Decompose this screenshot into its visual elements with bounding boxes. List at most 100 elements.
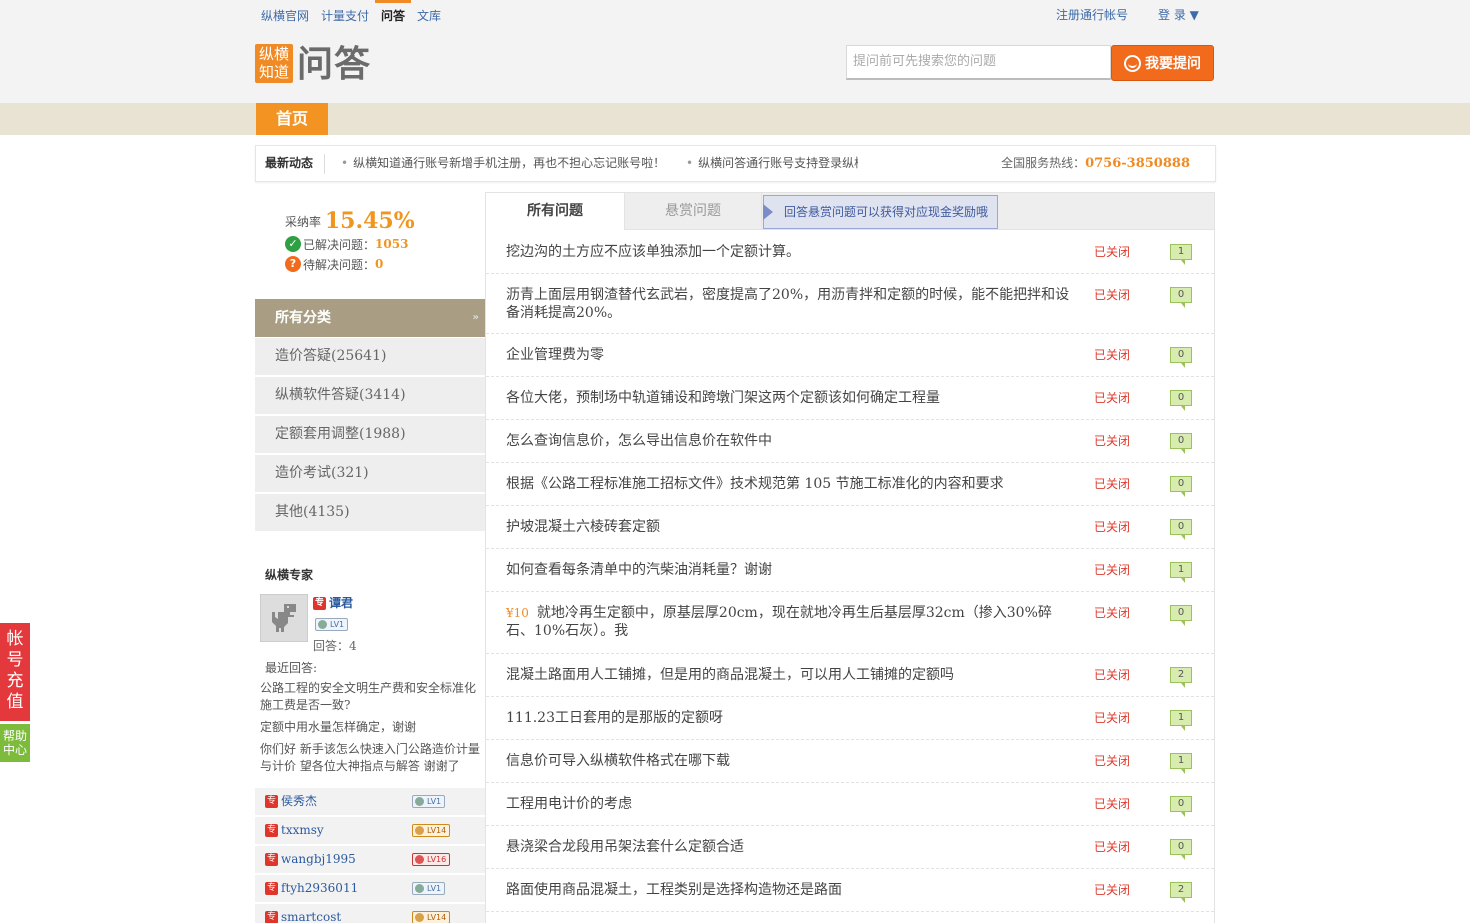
category-item[interactable]: 造价考试(321) xyxy=(255,455,485,492)
question-title-text: 信息价可导入纵横软件格式在哪下载 xyxy=(506,753,730,769)
question-title[interactable]: ¥10 就地冷再生定额中，原基层厚20cm，现在就地冷再生后基层厚32cm（掺入3… xyxy=(506,604,1076,640)
status-badge: 已关闭 xyxy=(1094,245,1131,259)
question-title-text: 根据《公路工程标准施工招标文件》技术规范第 105 节施工标准化的内容和要求 xyxy=(506,476,1004,492)
adoption-rate: 采纳率 15.45% xyxy=(285,208,485,234)
question-title[interactable]: 企业管理费为零 xyxy=(506,346,1076,364)
check-icon: ✓ xyxy=(285,236,301,252)
nav-payment[interactable]: 计量支付 xyxy=(315,0,375,32)
expert-name[interactable]: smartcost xyxy=(281,904,341,923)
status-badge: 已关闭 xyxy=(1094,563,1131,577)
recharge-button[interactable]: 帐号充值 xyxy=(0,623,30,721)
answer-count-bubble-icon: 2 xyxy=(1170,882,1192,903)
answer-count-bubble-icon: 1 xyxy=(1170,753,1192,774)
tab-reward-questions[interactable]: 悬赏问题 xyxy=(624,193,762,230)
question-title[interactable]: 信息价可导入纵横软件格式在哪下载 xyxy=(506,752,1076,770)
question-title[interactable]: 混凝土路面用人工铺摊，但是用的商品混凝土，可以用人工铺摊的定额吗 xyxy=(506,666,1076,684)
question-title-text: 工程用电计价的考虑 xyxy=(506,796,632,812)
question-row[interactable]: 怎么查询信息价，怎么导出信息价在软件中 已关闭 0 xyxy=(486,420,1214,463)
tab-all-questions[interactable]: 所有问题 xyxy=(486,193,624,231)
logo[interactable]: 纵横 知道 xyxy=(255,44,293,83)
question-row[interactable]: 信息价可导入纵横软件格式在哪下载 已关闭 1 xyxy=(486,740,1214,783)
level-badge: LV14 xyxy=(412,904,451,923)
status-badge: 已关闭 xyxy=(1094,711,1131,725)
expert-row[interactable]: 专 ftyh2936011 LV1 xyxy=(255,875,485,902)
help-center-button[interactable]: 帮助 中心 xyxy=(0,724,30,762)
nav-official-site[interactable]: 纵横官网 xyxy=(255,0,315,32)
category-item[interactable]: 其他(4135) xyxy=(255,494,485,531)
expert-badge-icon: 专 xyxy=(313,597,326,610)
question-row[interactable]: 工程用电计价的考虑 已关闭 0 xyxy=(486,783,1214,826)
question-row[interactable]: 各位大佬，预制场中轨道铺设和跨墩门架这两个定额该如何确定工程量 已关闭 0 xyxy=(486,377,1214,420)
expert-list: 专 侯秀杰 LV1 专 txxmsy LV14 专 wangbj1995 LV1… xyxy=(255,788,485,923)
service-hotline: 全国服务热线：0756-3850888 xyxy=(1001,146,1190,181)
expert-row[interactable]: 专 wangbj1995 LV16 xyxy=(255,846,485,873)
question-title[interactable]: 护坡混凝土六棱砖套定额 xyxy=(506,518,1076,536)
question-title[interactable]: 挖边沟的土方应不应该单独添加一个定额计算。 xyxy=(506,243,1076,261)
question-title[interactable]: 工程用电计价的考虑 xyxy=(506,795,1076,813)
ask-question-button[interactable]: 我要提问 xyxy=(1111,45,1214,81)
ask-button-label: 我要提问 xyxy=(1145,56,1201,72)
question-row[interactable]: 沥青上面层用钢渣替代玄武岩，密度提高了20%，用沥青拌和定额的时候，能不能把拌和… xyxy=(486,274,1214,334)
header xyxy=(0,0,1470,103)
tab-home[interactable]: 首页 xyxy=(256,103,328,135)
question-title[interactable]: 怎么查询信息价，怎么导出信息价在软件中 xyxy=(506,432,1076,450)
question-row[interactable]: 111.23工日套用的是那版的定额呀 已关闭 1 xyxy=(486,697,1214,740)
question-title[interactable]: 各位大佬，预制场中轨道铺设和跨墩门架这两个定额该如何确定工程量 xyxy=(506,389,1076,407)
solved-stat: ✓ 已解决问题： 1053 xyxy=(285,234,485,254)
expert-name[interactable]: wangbj1995 xyxy=(281,846,356,873)
question-title[interactable]: 沥青上面层用钢渣替代玄武岩，密度提高了20%，用沥青拌和定额的时候，能不能把拌和… xyxy=(506,286,1076,322)
question-row[interactable]: 企业管理费为零 已关闭 0 xyxy=(486,334,1214,377)
recent-answer-link[interactable]: 你们好 新手该怎么快速入门公路造价计量与计价 望各位大神指点与解答 谢谢了 xyxy=(260,741,485,775)
answer-count-bubble-icon: 0 xyxy=(1170,433,1192,454)
question-row[interactable]: ¥10 就地冷再生定额中，原基层厚20cm，现在就地冷再生后基层厚32cm（掺入3… xyxy=(486,592,1214,654)
login-dropdown[interactable]: 登 录 ▼ xyxy=(1158,0,1199,30)
question-title-text: 路面使用商品混凝土，工程类别是选择构造物还是路面 xyxy=(506,882,842,898)
question-title[interactable]: 如何查看每条清单中的汽柴油消耗量？谢谢 xyxy=(506,561,1076,579)
nav-library[interactable]: 文库 xyxy=(411,0,447,32)
pending-label: 待解决问题： xyxy=(303,257,376,272)
smile-icon xyxy=(1124,54,1141,72)
question-row[interactable]: 如何查看每条清单中的汽柴油消耗量？谢谢 已关闭 1 xyxy=(486,549,1214,592)
search-input[interactable]: 提问前可先搜索您的问题 xyxy=(846,45,1111,80)
recent-answers-label: 最近回答: xyxy=(265,661,318,675)
help-line1: 帮助 xyxy=(2,729,27,743)
register-link[interactable]: 注册通行帐号 xyxy=(1056,0,1128,30)
recent-answer-link[interactable]: 定额中用水量怎样确定，谢谢 xyxy=(260,719,485,736)
question-title[interactable]: 111.23工日套用的是那版的定额呀 xyxy=(506,709,1076,727)
category-item[interactable]: 造价答疑(25641) xyxy=(255,338,485,375)
question-title[interactable]: 悬浇梁合龙段用吊架法套什么定额合适 xyxy=(506,838,1076,856)
status-badge: 已关闭 xyxy=(1094,754,1131,768)
category-item[interactable]: 纵横软件答疑(3414) xyxy=(255,377,485,414)
expert-row[interactable]: 专 txxmsy LV14 xyxy=(255,817,485,844)
expert-name[interactable]: 侯秀杰 xyxy=(281,788,317,815)
expert-row[interactable]: 专 smartcost LV14 xyxy=(255,904,485,923)
question-row[interactable]: 护坡混凝土六棱砖套定额 已关闭 0 xyxy=(486,506,1214,549)
question-title[interactable]: 路面使用商品混凝土，工程类别是选择构造物还是路面 xyxy=(506,881,1076,899)
category-header[interactable]: 所有分类 » xyxy=(255,299,485,337)
answer-count-bubble-icon: 0 xyxy=(1170,390,1192,411)
question-row[interactable]: 路面使用商品混凝土，工程类别是选择构造物还是路面 已关闭 2 xyxy=(486,869,1214,912)
nav-qa[interactable]: 问答 xyxy=(375,0,412,32)
logo-line2: 知道 xyxy=(258,63,289,81)
expert-name[interactable]: ftyh2936011 xyxy=(281,875,358,902)
news-item[interactable]: 纵横知道通行账号新增手机注册，再也不担心忘记账号啦！ xyxy=(341,146,666,181)
question-title[interactable]: 根据《公路工程标准施工招标文件》技术规范第 105 节施工标准化的内容和要求 xyxy=(506,475,1076,493)
question-row[interactable]: 悬浇梁合龙段用吊架法套什么定额合适 已关闭 0 xyxy=(486,826,1214,869)
question-row[interactable]: 挖边沟的土方应不应该单独添加一个定额计算。 已关闭 1 xyxy=(486,231,1214,274)
question-row[interactable]: 根据《公路工程标准施工招标文件》技术规范第 105 节施工标准化的内容和要求 已关… xyxy=(486,463,1214,506)
hotline-number: 0756-3850888 xyxy=(1085,156,1190,171)
question-row[interactable]: 混凝土路面用人工铺摊，但是用的商品混凝土，可以用人工铺摊的定额吗 已关闭 2 xyxy=(486,654,1214,697)
answer-count-bubble-icon: 1 xyxy=(1170,244,1192,265)
question-title-text: 护坡混凝土六棱砖套定额 xyxy=(506,519,660,535)
featured-expert-name[interactable]: 专谭君 xyxy=(313,594,353,611)
expert-name[interactable]: txxmsy xyxy=(281,817,324,844)
recent-answer-link[interactable]: 公路工程的安全文明生产费和安全标准化施工费是否一致? xyxy=(260,680,485,714)
avatar[interactable] xyxy=(260,594,308,642)
expert-row[interactable]: 专 侯秀杰 LV1 xyxy=(255,788,485,815)
logo-line1: 纵横 xyxy=(258,45,289,63)
news-item[interactable]: 纵横问答通行账号支持登录纵横 xyxy=(686,146,858,181)
status-badge: 已关闭 xyxy=(1094,797,1131,811)
expert-badge-icon: 专 xyxy=(265,853,278,866)
category-item[interactable]: 定额套用调整(1988) xyxy=(255,416,485,453)
question-title-text: 各位大佬，预制场中轨道铺设和跨墩门架这两个定额该如何确定工程量 xyxy=(506,390,940,406)
